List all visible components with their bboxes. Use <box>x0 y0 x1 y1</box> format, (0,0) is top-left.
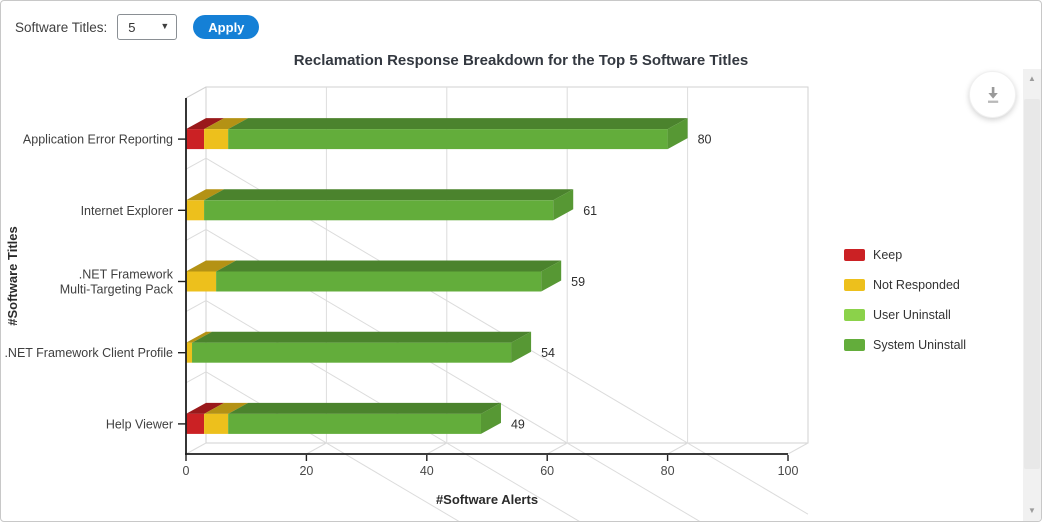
y-axis-title: #Software Titles <box>5 226 20 325</box>
legend-item-keep[interactable]: Keep <box>844 248 966 262</box>
category-label: Multi-Targeting Pack <box>60 283 174 297</box>
value-label: 61 <box>583 204 597 218</box>
legend-item-system-uninstall[interactable]: System Uninstall <box>844 338 966 352</box>
category-label: Application Error Reporting <box>23 133 173 147</box>
bar-4-system-uninstall[interactable] <box>228 414 481 434</box>
legend-swatch <box>844 249 865 261</box>
axes: Application Error Reporting Internet Expl… <box>4 98 798 507</box>
legend-label: System Uninstall <box>873 338 966 352</box>
x-tick-label: 20 <box>299 464 313 478</box>
bar-1-system-uninstall[interactable] <box>204 200 553 220</box>
bar-0-system-uninstall[interactable] <box>228 129 667 149</box>
bar-1-not-responded[interactable] <box>186 200 204 220</box>
bar-2-system-uninstall-top <box>216 261 561 272</box>
legend-label: Not Responded <box>873 278 960 292</box>
vertical-scrollbar[interactable]: ▲ ▼ <box>1023 69 1041 521</box>
category-label: Help Viewer <box>106 417 173 431</box>
scrollbar-thumb[interactable] <box>1024 99 1040 469</box>
bar-2-not-responded[interactable] <box>186 272 216 292</box>
x-tick-label: 60 <box>540 464 554 478</box>
legend-label: User Uninstall <box>873 308 951 322</box>
x-axis-title: #Software Alerts <box>436 492 538 507</box>
bar-3-system-uninstall[interactable] <box>192 343 511 363</box>
legend-swatch <box>844 279 865 291</box>
bar-3-not-responded[interactable] <box>186 343 192 363</box>
chart-legend: Keep Not Responded User Uninstall System Un… <box>844 248 966 368</box>
bar-0-not-responded[interactable] <box>204 129 228 149</box>
bars: 80 61 59 54 49 <box>186 118 712 434</box>
bar-4-not-responded[interactable] <box>204 414 228 434</box>
legend-label: Keep <box>873 248 902 262</box>
download-icon <box>981 83 1005 107</box>
triangle-up-icon[interactable]: ▲ <box>1023 71 1041 87</box>
dashboard-widget: Software Titles: 5 ▼ Apply Reclamation R… <box>0 0 1042 522</box>
bar-4-keep[interactable] <box>186 414 204 434</box>
category-label: Internet Explorer <box>81 204 173 218</box>
x-tick-label: 40 <box>420 464 434 478</box>
legend-item-not-responded[interactable]: Not Responded <box>844 278 966 292</box>
bar-0-system-uninstall-top <box>228 118 687 129</box>
value-label: 59 <box>571 275 585 289</box>
titles-count-value: 5 <box>118 20 135 35</box>
export-button[interactable] <box>969 71 1016 118</box>
value-label: 80 <box>698 133 712 147</box>
bar-4-system-uninstall-top <box>228 403 501 414</box>
chart-title: Reclamation Response Breakdown for the T… <box>1 52 1041 69</box>
bar-3-system-uninstall-top <box>192 332 531 343</box>
category-label: .NET Framework Client Profile <box>4 346 173 360</box>
legend-item-user-uninstall[interactable]: User Uninstall <box>844 308 966 322</box>
caret-down-icon: ▼ <box>160 22 169 31</box>
value-label: 49 <box>511 417 525 431</box>
x-tick-label: 0 <box>183 464 190 478</box>
triangle-down-icon[interactable]: ▼ <box>1023 503 1041 519</box>
legend-swatch <box>844 339 865 351</box>
top-controls: Software Titles: 5 ▼ Apply <box>15 14 259 40</box>
bar-2-system-uninstall[interactable] <box>216 272 541 292</box>
bar-1-system-uninstall-top <box>204 189 573 200</box>
legend-swatch <box>844 309 865 321</box>
x-tick-label: 80 <box>661 464 675 478</box>
x-tick-label: 100 <box>778 464 799 478</box>
apply-button[interactable]: Apply <box>193 15 259 39</box>
value-label: 54 <box>541 346 555 360</box>
bar-0-keep[interactable] <box>186 129 204 149</box>
grid <box>186 87 808 521</box>
software-titles-label: Software Titles: <box>15 20 107 35</box>
category-label: .NET Framework <box>79 268 174 282</box>
titles-count-select[interactable]: 5 ▼ <box>117 14 177 40</box>
